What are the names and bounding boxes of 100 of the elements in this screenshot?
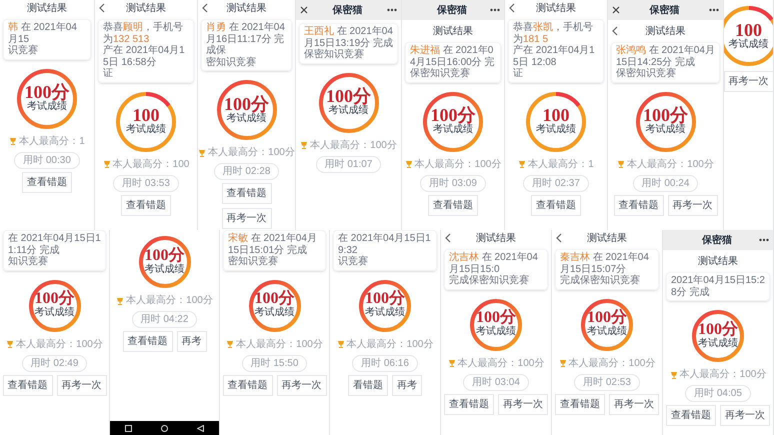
app-title: 保密猫	[437, 4, 467, 18]
page-title: 测试结果	[646, 24, 686, 38]
score-value: 100分	[698, 322, 738, 338]
app-title: 保密猫	[332, 4, 362, 18]
best-score: 本人最高分：100分	[458, 356, 544, 370]
close-icon[interactable]	[612, 6, 620, 14]
back-icon[interactable]	[556, 233, 562, 243]
more-icon[interactable]	[490, 8, 500, 12]
action-button[interactable]: 查看错题	[121, 194, 171, 216]
score-value: 100	[542, 106, 570, 124]
time-pill: 用时 02:37	[523, 174, 589, 192]
time-pill: 用时 00:30	[14, 152, 80, 168]
square-icon[interactable]	[124, 424, 132, 432]
best-score: 本人最高分：1	[19, 134, 85, 148]
action-button[interactable]: 再考一次	[609, 394, 659, 414]
time-pill: 用时 06:16	[352, 354, 418, 372]
action-button[interactable]: 查看错题	[222, 183, 272, 204]
back-icon[interactable]	[202, 3, 208, 13]
best-score: 本人最高分：100分	[16, 338, 103, 352]
score-label: 考试成绩	[728, 38, 768, 52]
back-icon[interactable]	[445, 233, 451, 243]
result-message: 宋敏 在 2021年04月15日15:01分 完成 密知识竞赛	[228, 233, 318, 268]
score-label: 考试成绩	[254, 307, 294, 320]
action-button[interactable]: 查看错题	[531, 194, 581, 216]
score-value: 100分	[224, 94, 269, 113]
score-label: 考试成绩	[476, 326, 516, 339]
score-value: 100分	[34, 291, 74, 308]
action-button[interactable]: 查看错题	[444, 394, 494, 414]
trophy-icon	[558, 359, 567, 367]
score-value: 100分	[254, 291, 294, 308]
trophy-icon	[670, 370, 678, 378]
action-button[interactable]: 查看错题	[122, 331, 172, 352]
more-icon[interactable]	[759, 238, 769, 242]
time-pill: 用时 02:28	[214, 163, 280, 180]
best-score: 本人最高分：100分	[208, 146, 295, 160]
best-score: 本人最高分：1	[528, 158, 594, 172]
more-icon[interactable]	[387, 8, 397, 12]
score-label: 考试成绩	[587, 326, 627, 339]
app-title: 保密猫	[702, 234, 732, 248]
action-button[interactable]: 查看错题	[2, 374, 52, 396]
score-label: 考试成绩	[328, 105, 368, 118]
score-value: 100分	[24, 83, 70, 102]
trophy-icon	[9, 137, 18, 145]
action-button[interactable]: 看错题	[348, 374, 388, 396]
action-button[interactable]: 再考一次	[276, 374, 326, 396]
best-score: 本人最高分：100分	[680, 368, 766, 382]
trophy-icon	[300, 141, 308, 149]
trophy-icon	[336, 340, 345, 348]
best-score: 本人最高分：100分	[310, 138, 397, 152]
time-pill: 用时 03:53	[113, 174, 179, 192]
action-button[interactable]: 查看错题	[555, 394, 605, 414]
back-icon[interactable]	[99, 3, 105, 13]
result-message: 2021年04月15日15:28分 完成	[671, 275, 765, 298]
action-button[interactable]: 查看错题	[222, 374, 272, 396]
score-value: 100分	[476, 310, 516, 326]
action-button[interactable]: 再考一次	[668, 194, 718, 216]
best-score: 本人最高分：100	[112, 158, 190, 172]
action-button[interactable]: 再考一次	[56, 374, 106, 396]
best-score: 本人最高分：100分	[627, 158, 714, 172]
back-icon[interactable]	[509, 3, 515, 13]
circle-icon[interactable]	[160, 424, 168, 432]
trophy-icon	[102, 160, 111, 168]
page-title: 测试结果	[126, 2, 166, 16]
action-button[interactable]: 查看错题	[22, 172, 72, 192]
result-message: 在 2021年04月15日11:11分 完成 知识竞赛	[8, 233, 101, 268]
page-title: 测试结果	[226, 2, 266, 16]
action-button[interactable]: 再考一次	[222, 208, 272, 229]
result-message: 韩 在 2021年04月15 识竞赛	[8, 22, 78, 56]
time-pill: 用时 04:05	[685, 385, 751, 402]
action-button[interactable]: 再考	[176, 331, 206, 352]
time-pill: 用时 01:07	[316, 156, 382, 172]
close-icon[interactable]	[300, 6, 308, 14]
score-value: 100	[735, 20, 762, 39]
more-icon[interactable]	[709, 8, 719, 12]
result-message: 王西礼 在 2021年04月15日13:19分 完成 保密知识竞赛	[304, 26, 393, 60]
action-button[interactable]: 查看错题	[614, 194, 664, 216]
score-value: 100分	[430, 106, 476, 124]
action-button[interactable]: 再考一次	[724, 71, 773, 92]
result-message: 恭喜顾明，手机号为132 513 产在 2021年04月15日 16:58分 证	[103, 22, 186, 80]
result-message: 秦吉林 在 2021年04月15日15:07分 完成保密知识竞赛	[560, 252, 650, 286]
trophy-icon	[448, 359, 456, 367]
page-title: 测试结果	[476, 232, 516, 246]
result-message: 朱进福 在 2021年04月15日16:00分 完 保密知识竞赛	[410, 45, 496, 80]
action-button[interactable]: 查看错题	[666, 405, 716, 426]
trophy-icon	[617, 160, 626, 168]
triangle-icon[interactable]	[197, 424, 204, 432]
action-button[interactable]: 再考一次	[498, 394, 548, 414]
back-icon[interactable]	[612, 26, 618, 36]
page-title: 测试结果	[27, 2, 67, 16]
app-title: 保密猫	[650, 4, 680, 18]
score-label: 考试成绩	[433, 124, 473, 137]
page-title: 测试结果	[698, 254, 738, 268]
action-button[interactable]: 再考一次	[720, 405, 770, 426]
result-message: 肖勇 在 2021年04月16日11:17分 完成保 密知识竞赛	[206, 22, 286, 68]
score-label: 考试成绩	[698, 338, 738, 350]
time-pill: 用时 00:24	[632, 174, 698, 192]
trophy-icon	[226, 340, 234, 348]
action-button[interactable]: 查看错题	[428, 194, 478, 216]
score-value: 100分	[326, 87, 371, 106]
action-button[interactable]: 再考	[392, 374, 422, 396]
